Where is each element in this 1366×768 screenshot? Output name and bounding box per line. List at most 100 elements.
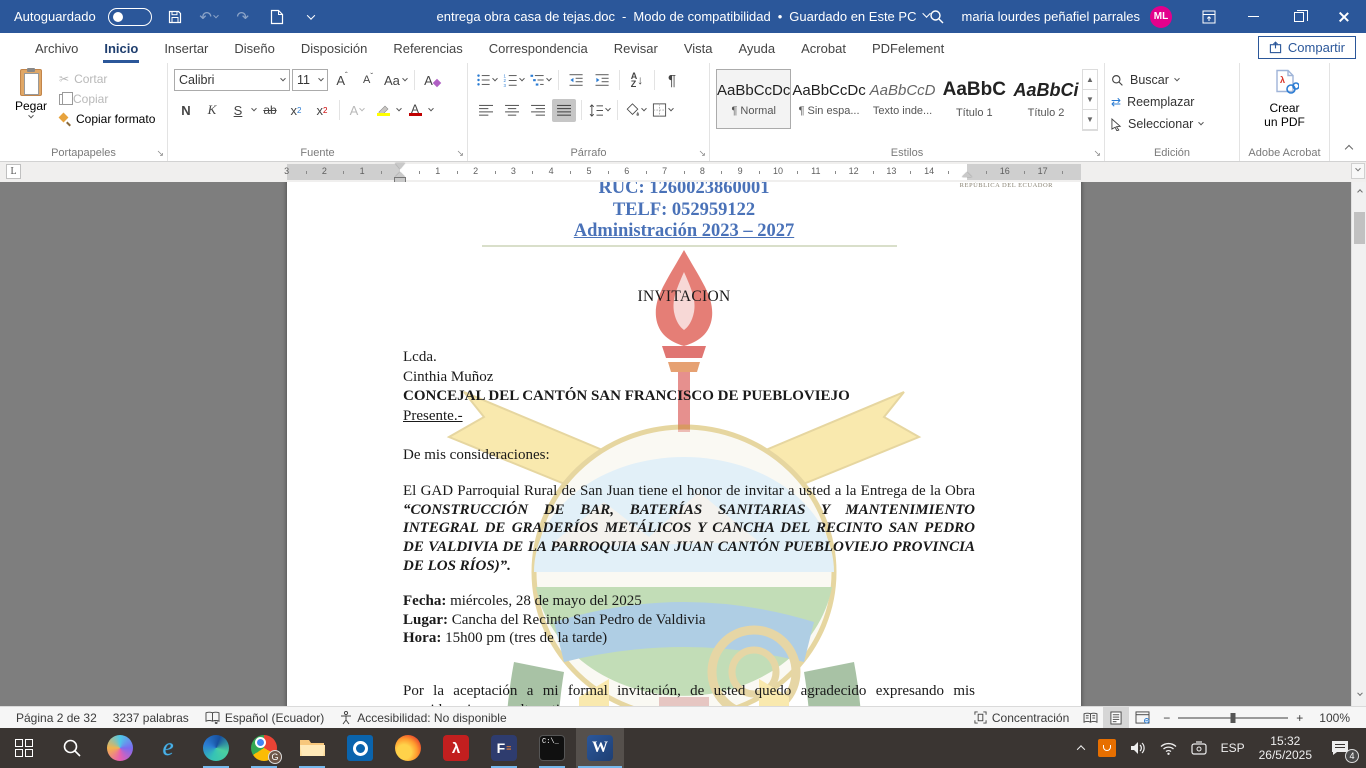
style-heading1[interactable]: AaBbC Título 1 — [938, 69, 1010, 129]
accessibility-status[interactable]: Accesibilidad: No disponible — [332, 707, 514, 729]
tab-revisar[interactable]: Revisar — [601, 33, 671, 63]
word-count[interactable]: 3237 palabras — [105, 707, 197, 729]
create-pdf-button[interactable]: λ Crear un PDF — [1246, 67, 1323, 129]
clear-formatting-button[interactable]: A — [420, 69, 444, 92]
zoom-level[interactable]: 100% — [1311, 707, 1358, 729]
show-marks-button[interactable]: ¶ — [660, 69, 684, 92]
shading-button[interactable] — [623, 99, 648, 122]
zoom-slider-thumb[interactable] — [1231, 713, 1236, 723]
zoom-slider[interactable] — [1178, 717, 1288, 719]
page-indicator[interactable]: Página 2 de 32 — [8, 707, 105, 729]
tab-disposicion[interactable]: Disposición — [288, 33, 380, 63]
tab-diseno[interactable]: Diseño — [221, 33, 287, 63]
font-size-select[interactable]: 11 — [292, 69, 328, 91]
start-button[interactable] — [0, 728, 48, 768]
text-effects-button[interactable]: A — [345, 99, 369, 122]
tab-ayuda[interactable]: Ayuda — [725, 33, 788, 63]
multilevel-list-button[interactable] — [528, 69, 553, 92]
file-explorer-button[interactable] — [288, 728, 336, 768]
autosave-toggle[interactable] — [108, 8, 152, 26]
pdfelement-button[interactable]: F≡ — [480, 728, 528, 768]
wifi-icon[interactable] — [1153, 728, 1184, 768]
quick-access-chevron-icon[interactable] — [300, 6, 322, 28]
select-button[interactable]: Seleccionar — [1111, 113, 1233, 135]
restore-button[interactable] — [1276, 0, 1321, 33]
align-right-button[interactable] — [526, 99, 550, 122]
justify-button[interactable] — [552, 99, 576, 122]
avatar[interactable]: ML — [1150, 6, 1172, 28]
find-button[interactable]: Buscar — [1111, 69, 1233, 91]
format-painter-button[interactable]: Copiar formato — [56, 109, 158, 129]
styles-scroll-down-icon[interactable]: ▼ — [1083, 90, 1097, 110]
scroll-down-icon[interactable] — [1352, 688, 1366, 704]
paste-button[interactable]: Pegar — [6, 67, 56, 143]
copilot-button[interactable] — [96, 728, 144, 768]
font-dialog-launcher[interactable]: ↘ — [456, 148, 464, 159]
firefox-button[interactable] — [384, 728, 432, 768]
language-indicator[interactable]: ESP — [1214, 728, 1252, 768]
edge-button[interactable] — [192, 728, 240, 768]
copy-button[interactable]: Copiar — [56, 89, 158, 109]
change-case-button[interactable]: Aa — [382, 69, 409, 92]
scroll-up-icon[interactable] — [1352, 184, 1366, 200]
subscript-button[interactable]: x2 — [284, 99, 308, 122]
underline-button[interactable]: S — [226, 99, 250, 122]
bold-button[interactable]: N — [174, 99, 198, 122]
volume-icon[interactable] — [1123, 728, 1153, 768]
clipboard-dialog-launcher[interactable]: ↘ — [156, 148, 164, 159]
highlight-button[interactable] — [371, 99, 395, 122]
internet-explorer-button[interactable]: e — [144, 728, 192, 768]
zoom-in-button[interactable]: + — [1296, 707, 1311, 729]
clock[interactable]: 15:32 26/5/2025 — [1252, 728, 1319, 768]
undo-icon[interactable]: ↶ — [198, 6, 220, 28]
java-tray-icon[interactable] — [1091, 728, 1123, 768]
style-no-spacing[interactable]: AaBbCcDc ¶ Sin espa... — [791, 69, 866, 129]
borders-button[interactable] — [650, 99, 675, 122]
save-icon[interactable] — [164, 6, 186, 28]
grow-font-button[interactable]: Aˆ — [330, 69, 354, 92]
font-family-select[interactable]: Calibri — [174, 69, 290, 91]
tab-pdfelement[interactable]: PDFelement — [859, 33, 957, 63]
underline-chevron-icon[interactable] — [251, 106, 257, 112]
acrobat-button[interactable]: λ — [432, 728, 480, 768]
shrink-font-button[interactable]: Aˇ — [356, 69, 380, 92]
line-spacing-button[interactable] — [587, 99, 612, 122]
increase-indent-button[interactable] — [590, 69, 614, 92]
replace-button[interactable]: ⇄ Reemplazar — [1111, 91, 1233, 113]
vertical-scrollbar[interactable] — [1351, 182, 1366, 706]
minimize-button[interactable] — [1231, 0, 1276, 33]
chrome-button[interactable]: G — [240, 728, 288, 768]
tab-selector-icon[interactable]: L — [6, 164, 21, 179]
styles-scroll-up-icon[interactable]: ▲ — [1083, 70, 1097, 90]
sort-button[interactable]: AZ↓ — [625, 69, 649, 92]
style-indent-text[interactable]: AaBbCcD Texto inde... — [867, 69, 939, 129]
document-title[interactable]: entrega obra casa de tejas.doc - Modo de… — [437, 9, 930, 24]
notification-center-button[interactable]: 4 — [1319, 728, 1361, 768]
screen-recorder-tray-icon[interactable] — [1184, 728, 1214, 768]
user-name[interactable]: maria lourdes peñafiel parrales — [962, 9, 1140, 24]
align-left-button[interactable] — [474, 99, 498, 122]
style-heading2[interactable]: AaBbCi Título 2 — [1010, 69, 1082, 129]
tab-inicio[interactable]: Inicio — [91, 33, 151, 63]
ruler-toggle-icon[interactable] — [1351, 163, 1365, 179]
tab-correspondencia[interactable]: Correspondencia — [476, 33, 601, 63]
search-icon[interactable] — [926, 6, 948, 28]
redo-icon[interactable]: ↷ — [232, 6, 254, 28]
decrease-indent-button[interactable] — [564, 69, 588, 92]
hanging-indent-marker[interactable] — [395, 172, 405, 177]
taskbar-search-button[interactable] — [48, 728, 96, 768]
first-line-indent-marker[interactable] — [395, 163, 405, 169]
share-button[interactable]: Compartir — [1258, 36, 1356, 59]
new-document-icon[interactable] — [266, 6, 288, 28]
tab-insertar[interactable]: Insertar — [151, 33, 221, 63]
right-indent-marker[interactable] — [962, 172, 972, 177]
terminal-button[interactable]: C:\_ — [528, 728, 576, 768]
bullets-button[interactable] — [474, 69, 499, 92]
document-page[interactable]: RUC: 1260023860001 TELF: 052959122 Admin… — [287, 182, 1081, 706]
align-center-button[interactable] — [500, 99, 524, 122]
cut-button[interactable]: ✂Cortar — [56, 69, 158, 89]
web-layout-button[interactable] — [1129, 707, 1155, 729]
ribbon-display-options-icon[interactable] — [1186, 0, 1231, 33]
tab-acrobat[interactable]: Acrobat — [788, 33, 859, 63]
font-color-button[interactable]: A — [403, 99, 427, 122]
